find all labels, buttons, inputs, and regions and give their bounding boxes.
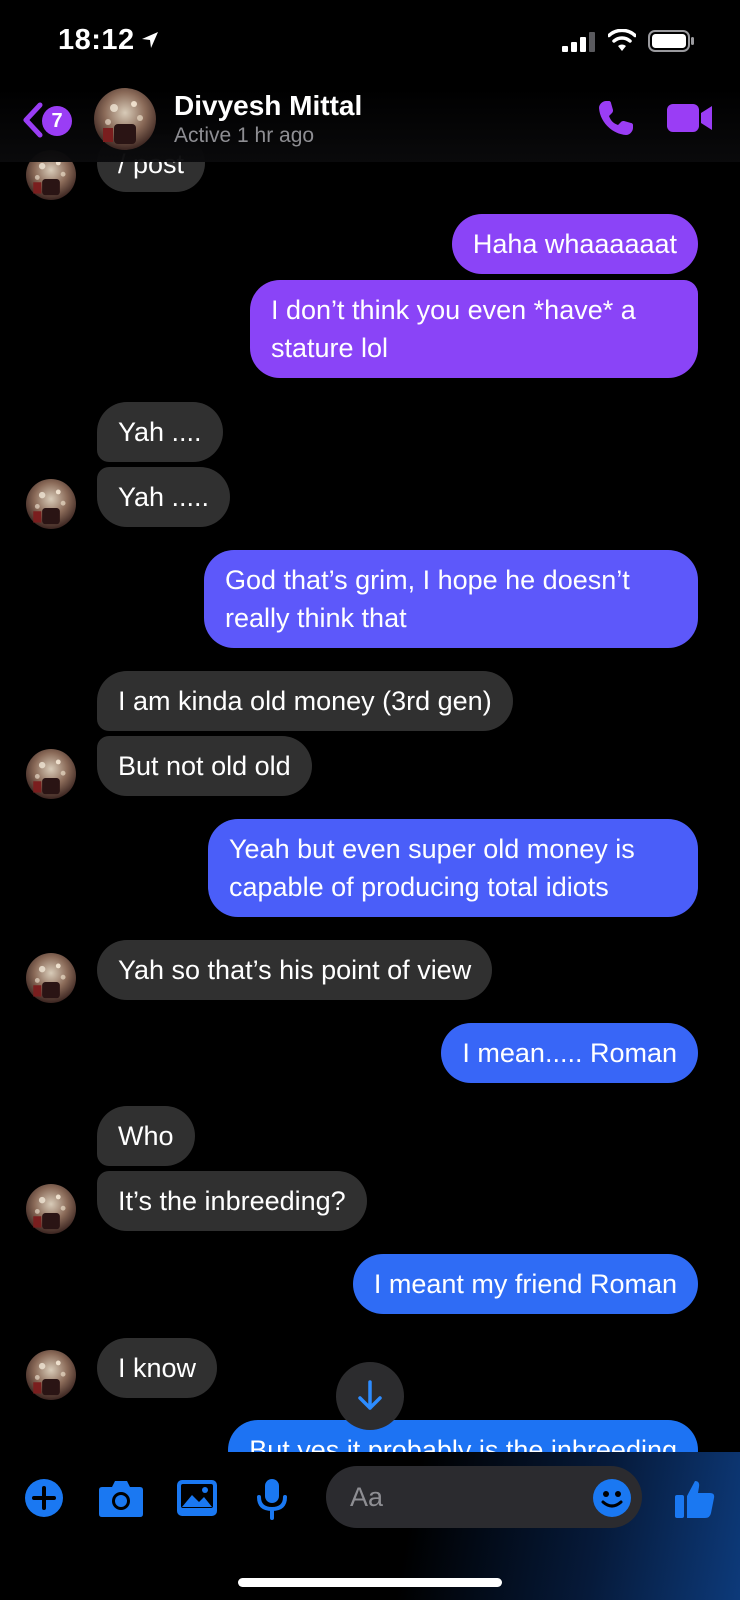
message-incoming[interactable]: Yah ..... (97, 467, 231, 527)
contact-active-status: Active 1 hr ago (174, 124, 315, 147)
message-incoming[interactable]: Who (97, 1106, 195, 1166)
microphone-icon[interactable] (256, 1478, 288, 1520)
contact-name[interactable]: Divyesh Mittal (174, 90, 362, 122)
arrow-down-icon (358, 1380, 382, 1410)
message-outgoing[interactable]: Yeah but even super old money is capable… (208, 819, 698, 917)
contact-avatar[interactable] (94, 88, 156, 150)
scroll-to-bottom-button[interactable] (336, 1362, 404, 1430)
message-incoming[interactable]: But not old old (97, 736, 312, 796)
message-outgoing[interactable]: God that’s grim, I hope he doesn’t reall… (204, 550, 698, 648)
location-arrow-icon (142, 32, 158, 48)
battery-icon (648, 30, 694, 52)
clock: 18:12 (58, 24, 135, 56)
sender-avatar[interactable] (26, 953, 76, 1003)
message-incoming[interactable]: Yah so that’s his point of view (97, 940, 493, 1000)
conversation-header: 7 Divyesh Mittal Active 1 hr ago (0, 88, 740, 162)
message-outgoing[interactable]: Haha whaaaaaat (451, 214, 698, 274)
status-bar: 18:12 (0, 0, 740, 88)
back-chevron-icon[interactable] (22, 102, 44, 138)
message-incoming[interactable]: It’s the inbreeding? (97, 1171, 367, 1231)
signal-icon (562, 32, 595, 52)
message-outgoing[interactable]: I don’t think you even *have* a stature … (250, 280, 698, 378)
home-indicator (238, 1578, 502, 1587)
video-camera-icon[interactable] (666, 102, 714, 134)
thumbs-up-icon[interactable] (674, 1478, 716, 1520)
plus-icon[interactable] (24, 1478, 64, 1518)
sender-avatar[interactable] (26, 1350, 76, 1400)
unread-count-badge[interactable]: 7 (42, 106, 72, 136)
message-incoming[interactable]: Yah .... (97, 402, 223, 462)
gallery-icon[interactable] (176, 1478, 218, 1518)
phone-icon[interactable] (596, 98, 636, 138)
message-outgoing[interactable]: I meant my friend Roman (352, 1254, 698, 1314)
wifi-icon (608, 29, 636, 51)
sender-avatar[interactable] (26, 749, 76, 799)
message-outgoing[interactable]: But yes it probably is the inbreeding (228, 1420, 698, 1452)
message-input[interactable] (350, 1466, 570, 1528)
message-list[interactable]: / post Haha whaaaaaat I don’t think you … (0, 0, 740, 1452)
message-input-pill[interactable] (326, 1466, 642, 1528)
message-incoming[interactable]: I am kinda old money (3rd gen) (97, 671, 513, 731)
sender-avatar[interactable] (26, 479, 76, 529)
message-outgoing[interactable]: I mean..... Roman (441, 1023, 698, 1083)
message-incoming[interactable]: I know (97, 1338, 218, 1398)
sender-avatar[interactable] (26, 1184, 76, 1234)
emoji-icon[interactable] (592, 1478, 632, 1518)
camera-icon[interactable] (98, 1478, 144, 1518)
